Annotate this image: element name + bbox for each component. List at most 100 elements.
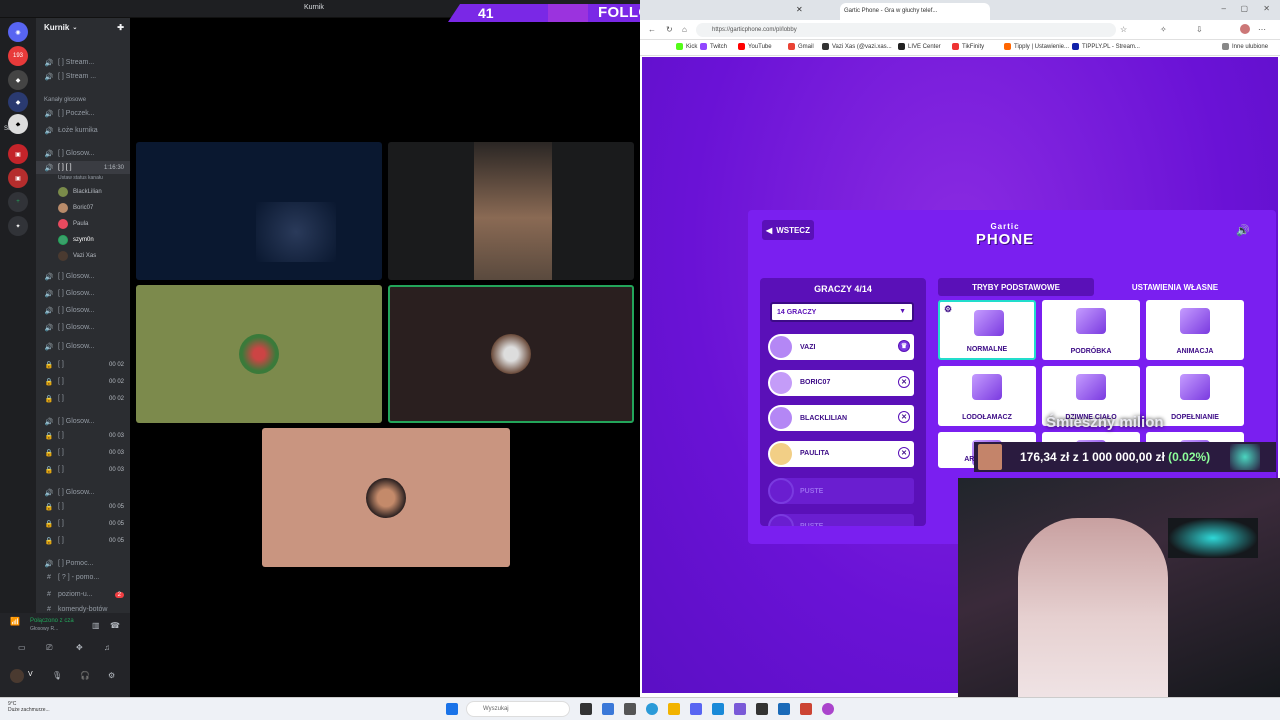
discover-icon[interactable]: ✦ [8,216,28,236]
tab-custom-settings[interactable]: USTAWIENIA WŁASNE [1096,278,1254,296]
taskbar-search[interactable]: Wyszukaj [466,701,570,717]
channel-item[interactable]: 🔊 [ ] Stream... [36,56,130,69]
screen-share-icon[interactable]: ⎚ [46,643,52,653]
app-icon[interactable] [624,703,636,715]
mode-card[interactable]: NORMALNE ⚙ [938,300,1036,360]
set-status-link[interactable]: Ustaw status kanału [58,175,103,181]
weather-widget[interactable]: 9°C Duże zachmurze... [8,701,50,713]
voice-user[interactable]: Paula [58,218,88,230]
server-icon[interactable]: ▣ [8,168,28,188]
soundboard-icon[interactable]: ♫ [104,643,110,652]
channel-item[interactable]: 🔊 Łoże kurnika [36,124,130,137]
server-icon[interactable]: ▣ [8,144,28,164]
voice-channel-item[interactable]: 🔒 [ ] 00 05 [36,517,130,530]
voice-channel-item[interactable]: # poziom-u... 2 [36,588,130,601]
voice-channel-item[interactable]: 🔊 [ ] Glosow... [36,340,130,353]
voice-channel-item[interactable]: 🔊 [ ] Pomoc... [36,557,130,570]
remove-player-icon[interactable]: ✕ [898,446,910,459]
task-view-icon[interactable] [580,703,592,715]
mic-icon[interactable]: 🎙 [52,671,62,680]
noise-icon[interactable]: ▥ [92,621,100,630]
avatar[interactable] [10,669,24,683]
bookmark[interactable]: Gmail [788,43,814,50]
voice-tile-speaking[interactable] [388,285,634,423]
channel-item[interactable]: 🔊 [ ] Poczek... [36,107,130,120]
app-icon[interactable] [712,703,724,715]
start-icon[interactable] [446,703,458,715]
voice-channel-item[interactable]: 🔊 [ ] Glosow... [36,287,130,300]
video-tile[interactable] [388,142,634,280]
voice-channel-item[interactable]: 🔊 [ ] Glosow... [36,415,130,428]
mode-card[interactable]: ANIMACJA [1146,300,1244,360]
players-count-select[interactable]: 14 GRACZY ▼ [770,302,914,322]
voice-channel-item[interactable]: 🔒 [ ] 00 02 [36,392,130,405]
edge-icon[interactable] [646,703,658,715]
minimize-icon[interactable]: – [1222,4,1226,13]
voice-channel-item[interactable]: 🔒 [ ] 00 03 [36,446,130,459]
server-header[interactable]: Kurnik ⌄ ✚ [36,18,130,36]
add-server-icon[interactable]: + [8,192,28,212]
discord-icon[interactable] [690,703,702,715]
home-icon[interactable]: ◉ [8,22,28,42]
remove-player-icon[interactable]: ✕ [898,411,910,423]
profile-avatar[interactable] [1240,24,1250,34]
maximize-icon[interactable]: ▢ [1240,4,1248,13]
volume-icon[interactable]: 🔊 [1236,224,1250,237]
gear-icon[interactable]: ⚙ [108,671,115,680]
app-icon[interactable] [800,703,812,715]
refresh-icon[interactable]: ↻ [666,25,673,34]
bookmark[interactable]: TIPPLY.PL - Stream... [1072,43,1140,50]
headphones-icon[interactable]: 🎧 [80,671,90,680]
close-window-icon[interactable]: ✕ [1263,4,1270,13]
app-icon[interactable] [822,703,834,715]
voice-channel-item[interactable]: 🔒 [ ] 00 05 [36,534,130,547]
voice-channel-item[interactable]: 🔒 [ ] 00 03 [36,463,130,476]
download-icon[interactable]: ⇩ [1196,25,1203,34]
channel-item-active[interactable]: 🔊 [ ] [ ] 1:16:30 [36,161,130,174]
browser-tab[interactable]: Gartic Phone - Gra w głuchy telef... [840,3,990,20]
app-icon[interactable] [756,703,768,715]
channel-item[interactable]: 🔊 [ ] Glosow... [36,147,130,160]
bookmark[interactable]: Inne ulubione [1222,43,1268,50]
voice-tile[interactable] [262,428,510,567]
bookmark[interactable]: Vazi Xas (@vazi.xas... [822,43,892,50]
server-icon[interactable]: ◆ [8,92,28,112]
video-tile[interactable] [136,142,382,280]
remove-player-icon[interactable]: ✕ [898,375,910,388]
voice-channel-item[interactable]: 🔊 [ ] Glosow... [36,321,130,334]
voice-channel-item[interactable]: 🔊 [ ] Glosow... [36,486,130,499]
extensions-icon[interactable]: ✧ [1160,25,1167,34]
mode-card[interactable]: LODOŁAMACZ [938,366,1036,426]
voice-channel-item[interactable]: # [ ? ] - pomo... [36,571,130,584]
bookmark[interactable]: Kick [676,43,697,50]
voice-user[interactable]: szym0n [58,234,94,246]
app-icon[interactable] [734,703,746,715]
channel-item[interactable]: 🔊 [ ] Stream ... [36,70,130,83]
activities-icon[interactable]: ✥ [76,643,83,652]
voice-channel-item[interactable]: 🔒 [ ] 00 02 [36,375,130,388]
disconnect-icon[interactable]: ☎ [110,621,120,630]
voice-channel-item[interactable]: 🔒 [ ] 00 05 [36,500,130,513]
category-label[interactable]: Kanały głosowe [44,97,86,103]
voice-channel-item[interactable]: 🔊 [ ] Glosow... [36,304,130,317]
server-badge[interactable]: 193 [8,46,28,66]
mode-card[interactable]: PODRÓBKA [1042,300,1140,360]
bookmark[interactable]: YouTube [738,43,772,50]
explorer-icon[interactable] [668,703,680,715]
bookmark[interactable]: Tipply | Ustawienie... [1004,43,1069,50]
bookmark[interactable]: TikFinity [952,43,984,50]
voice-tile[interactable] [136,285,382,423]
close-tab-icon[interactable]: ✕ [796,5,803,14]
bookmark[interactable]: LIVE Center [898,43,941,50]
menu-icon[interactable]: ⋯ [1258,25,1266,34]
bookmark[interactable]: Twitch [700,43,727,50]
url-field[interactable]: https://garticphone.com/pl/lobby [696,23,1116,37]
gear-icon[interactable]: ⚙ [944,304,952,315]
widgets-icon[interactable] [602,703,614,715]
steam-icon[interactable] [778,703,790,715]
server-icon[interactable]: ◆ [8,70,28,90]
voice-user[interactable]: Vazi Xas [58,250,96,262]
voice-user[interactable]: BlackLilian [58,186,102,198]
home-icon[interactable]: ⌂ [682,25,687,34]
back-button[interactable]: ◀ WSTECZ [762,220,814,240]
